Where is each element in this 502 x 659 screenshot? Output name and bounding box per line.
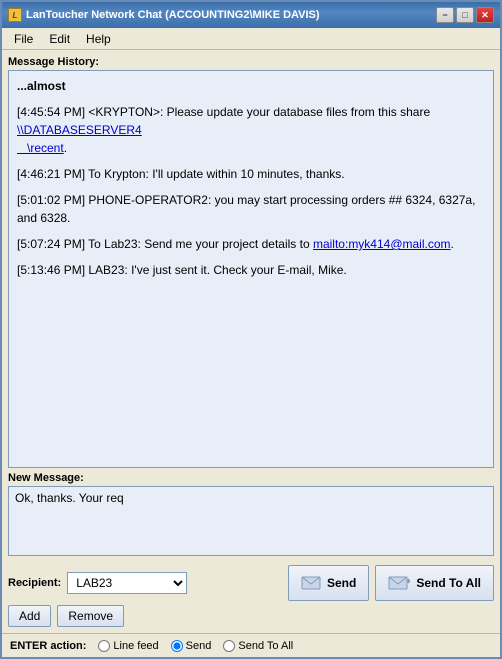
titlebar-left: L LanToucher Network Chat (ACCOUNTING2\M… [8, 8, 320, 22]
radio-send-label: Send [186, 640, 212, 652]
msg-1: [4:45:54 PM] <KRYPTON>: Please update yo… [17, 103, 485, 157]
recipient-select[interactable]: LAB23 KRYPTON PHONE-OPERATOR2 All [67, 572, 187, 594]
remove-button[interactable]: Remove [57, 605, 124, 627]
menu-edit[interactable]: Edit [41, 30, 78, 48]
send-icon [301, 575, 321, 591]
radio-send-option[interactable]: Send [171, 640, 212, 652]
send-all-icon [388, 575, 410, 591]
menu-file[interactable]: File [6, 30, 41, 48]
radio-sendall[interactable] [223, 640, 235, 652]
message-history-scroll[interactable]: ...almost [4:45:54 PM] <KRYPTON>: Please… [8, 70, 494, 468]
window-title: LanToucher Network Chat (ACCOUNTING2\MIK… [26, 9, 320, 21]
maximize-button[interactable]: □ [456, 7, 474, 23]
add-button[interactable]: Add [8, 605, 51, 627]
msg-0: ...almost [17, 77, 485, 95]
send-all-button-label: Send To All [416, 576, 481, 590]
radio-sendall-option[interactable]: Send To All [223, 640, 293, 652]
link-databaseserver[interactable]: \\DATABASESERVER4 \recent [17, 123, 142, 155]
menu-help[interactable]: Help [78, 30, 119, 48]
msg-3: [5:01:02 PM] PHONE-OPERATOR2: you may st… [17, 191, 485, 227]
radio-linefeed-label: Line feed [113, 640, 158, 652]
close-button[interactable]: ✕ [476, 7, 494, 23]
main-content: Message History: ...almost [4:45:54 PM] … [2, 50, 500, 633]
enter-action-label: ENTER action: [10, 640, 86, 652]
recipient-section: Recipient: LAB23 KRYPTON PHONE-OPERATOR2… [8, 563, 494, 627]
message-history-label: Message History: [8, 56, 494, 68]
new-message-input[interactable]: Ok, thanks. Your req [8, 486, 494, 556]
radio-sendall-label: Send To All [238, 640, 293, 652]
link-email[interactable]: mailto:myk414@mail.com [313, 237, 451, 251]
action-bar: ENTER action: Line feed Send Send To All [2, 633, 500, 657]
message-history-section: Message History: ...almost [4:45:54 PM] … [8, 56, 494, 468]
main-window: L LanToucher Network Chat (ACCOUNTING2\M… [0, 0, 502, 659]
menubar: File Edit Help [2, 28, 500, 50]
radio-send[interactable] [171, 640, 183, 652]
msg-5: [5:13:46 PM] LAB23: I've just sent it. C… [17, 261, 485, 279]
minimize-button[interactable]: − [436, 7, 454, 23]
msg-4: [5:07:24 PM] To Lab23: Send me your proj… [17, 235, 485, 253]
radio-linefeed[interactable] [98, 640, 110, 652]
msg-2: [4:46:21 PM] To Krypton: I'll update wit… [17, 165, 485, 183]
radio-linefeed-option[interactable]: Line feed [98, 640, 158, 652]
send-all-button[interactable]: Send To All [375, 565, 494, 601]
send-button-label: Send [327, 576, 356, 590]
app-icon: L [8, 8, 22, 22]
send-button[interactable]: Send [288, 565, 369, 601]
titlebar: L LanToucher Network Chat (ACCOUNTING2\M… [2, 2, 500, 28]
send-buttons-group: Send Send To All [288, 565, 494, 601]
recipient-label: Recipient: [8, 577, 61, 589]
new-message-section: New Message: Ok, thanks. Your req [8, 472, 494, 559]
titlebar-buttons: − □ ✕ [436, 7, 494, 23]
recipient-row: Recipient: LAB23 KRYPTON PHONE-OPERATOR2… [8, 565, 494, 601]
add-remove-row: Add Remove [8, 605, 494, 627]
new-message-label: New Message: [8, 472, 494, 484]
